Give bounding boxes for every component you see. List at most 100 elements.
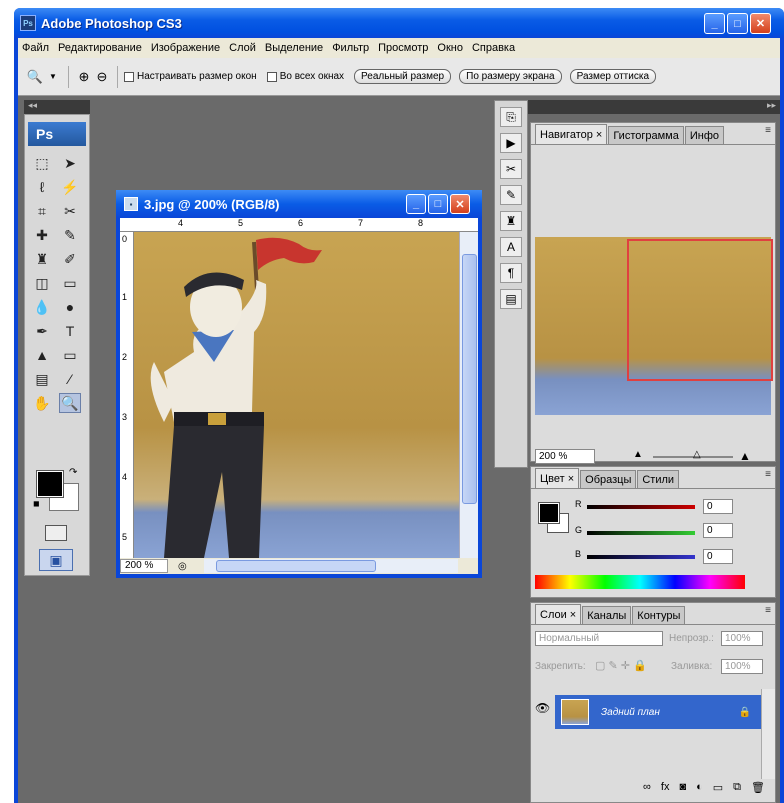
marquee-tool-icon[interactable]: ⬚ <box>31 153 53 173</box>
doc-maximize-button[interactable]: □ <box>428 194 448 214</box>
layer-comps-icon[interactable]: ▤ <box>500 289 522 309</box>
shape-tool-icon[interactable]: ▭ <box>59 345 81 365</box>
doc-close-button[interactable]: ✕ <box>450 194 470 214</box>
opacity-field[interactable]: 100% <box>721 631 763 646</box>
menu-help[interactable]: Справка <box>472 42 515 54</box>
hand-tool-icon[interactable]: ✋ <box>31 393 53 413</box>
red-value-field[interactable]: 0 <box>703 499 733 514</box>
blue-value-field[interactable]: 0 <box>703 549 733 564</box>
navigator-preview[interactable] <box>535 237 773 415</box>
blue-slider[interactable] <box>587 555 695 559</box>
trash-icon[interactable]: 🗑 <box>751 781 765 801</box>
horizontal-scrollbar[interactable] <box>204 559 458 573</box>
move-tool-icon[interactable]: ➤ <box>59 153 81 173</box>
link-layers-icon[interactable]: ∞ <box>643 781 651 801</box>
title-bar[interactable]: Ps Adobe Photoshop CS3 _ □ ✕ <box>14 8 784 38</box>
new-layer-icon[interactable]: ⧉ <box>733 781 741 801</box>
default-colors-icon[interactable]: ◼ <box>33 499 40 508</box>
status-info-icon[interactable]: ◎ <box>178 561 187 572</box>
magic-wand-tool-icon[interactable]: ⚡ <box>59 177 81 197</box>
history-panel-icon[interactable]: ⎘ <box>500 107 522 127</box>
actions-panel-icon[interactable]: ▶ <box>500 133 522 153</box>
doc-minimize-button[interactable]: _ <box>406 194 426 214</box>
blur-tool-icon[interactable]: 💧 <box>31 297 53 317</box>
panel-menu-icon[interactable]: ≡ <box>765 605 771 616</box>
color-spectrum-bar[interactable] <box>535 575 745 589</box>
tab-paths[interactable]: Контуры <box>632 606 686 624</box>
type-tool-icon[interactable]: T <box>59 321 81 341</box>
document-title-bar[interactable]: ▪ 3.jpg @ 200% (RGB/8) _ □ ✕ <box>116 190 482 218</box>
brushes-panel-icon[interactable]: ✎ <box>500 185 522 205</box>
eraser-tool-icon[interactable]: ◫ <box>31 273 53 293</box>
tab-histogram[interactable]: Гистограмма <box>608 126 684 144</box>
notes-tool-icon[interactable]: ▤ <box>31 369 53 389</box>
menu-select[interactable]: Выделение <box>265 42 323 54</box>
zoom-tool-icon[interactable]: 🔍 <box>26 68 44 86</box>
slice-tool-icon[interactable]: ✂ <box>59 201 81 221</box>
zoom-out-small-icon[interactable]: ▲ <box>633 449 643 460</box>
vertical-scroll-thumb[interactable] <box>462 254 477 504</box>
panel-menu-icon[interactable]: ≡ <box>765 125 771 136</box>
tool-preset-chevron-icon[interactable]: ▼ <box>44 68 62 86</box>
eyedropper-tool-icon[interactable]: ⁄ <box>59 369 81 389</box>
red-slider[interactable] <box>587 505 695 509</box>
zoom-out-icon[interactable]: ⊖ <box>93 68 111 86</box>
pen-tool-icon[interactable]: ✒ <box>31 321 53 341</box>
minimize-button[interactable]: _ <box>704 13 725 34</box>
crop-tool-icon[interactable]: ⌗ <box>31 201 53 221</box>
dodge-tool-icon[interactable]: ● <box>59 297 81 317</box>
zoom-tool-icon[interactable]: 🔍 <box>59 393 81 413</box>
navigator-view-box[interactable] <box>627 239 773 381</box>
history-brush-icon[interactable]: ✐ <box>59 249 81 269</box>
navigator-zoom-field[interactable]: 200 % <box>535 449 595 464</box>
tab-channels[interactable]: Каналы <box>582 606 632 624</box>
tab-styles[interactable]: Стили <box>637 470 680 488</box>
adjustment-layer-icon[interactable]: ◐ <box>696 781 703 801</box>
blend-mode-select[interactable]: Нормальный <box>535 631 663 646</box>
document-zoom-field[interactable]: 200 % <box>120 559 168 573</box>
menu-image[interactable]: Изображение <box>151 42 220 54</box>
panel-dock-strip[interactable]: ▸▸ <box>494 100 780 114</box>
clone-source-icon[interactable]: ♜ <box>500 211 522 231</box>
lasso-tool-icon[interactable]: ℓ <box>31 177 53 197</box>
eye-visibility-icon[interactable]: 👁 <box>535 701 550 715</box>
menu-layer[interactable]: Слой <box>229 42 256 54</box>
lock-icons[interactable]: ▢ ✎ ✛ 🔒 <box>595 659 647 672</box>
tool-presets-icon[interactable]: ✂ <box>500 159 522 179</box>
fill-field[interactable]: 100% <box>721 659 763 674</box>
vertical-scrollbar[interactable] <box>459 232 478 558</box>
gradient-tool-icon[interactable]: ▭ <box>59 273 81 293</box>
actual-pixels-button[interactable]: Реальный размер <box>354 69 452 84</box>
menu-window[interactable]: Окно <box>437 42 463 54</box>
resize-windows-checkbox[interactable]: Настраивать размер окон <box>124 71 257 82</box>
panel-menu-icon[interactable]: ≡ <box>765 469 771 480</box>
menu-filter[interactable]: Фильтр <box>332 42 369 54</box>
new-group-icon[interactable]: ▭ <box>713 781 723 801</box>
path-selection-icon[interactable]: ▲ <box>31 345 53 365</box>
brush-tool-icon[interactable]: ✎ <box>59 225 81 245</box>
maximize-button[interactable]: □ <box>727 13 748 34</box>
menu-view[interactable]: Просмотр <box>378 42 428 54</box>
print-size-button[interactable]: Размер оттиска <box>569 69 657 84</box>
toolbox-collapse-strip[interactable]: ◂◂ <box>24 100 90 114</box>
foreground-color-swatch[interactable] <box>36 470 64 498</box>
tab-swatches[interactable]: Образцы <box>580 470 637 488</box>
quick-mask-icon[interactable] <box>45 525 67 541</box>
all-windows-checkbox[interactable]: Во всех окнах <box>266 71 344 82</box>
healing-brush-icon[interactable]: ✚ <box>31 225 53 245</box>
zoom-in-icon[interactable]: ⊕ <box>75 68 93 86</box>
layers-scrollbar[interactable] <box>761 689 775 779</box>
swap-colors-icon[interactable]: ↷ <box>69 467 77 478</box>
zoom-in-small-icon[interactable]: ▲ <box>739 449 751 463</box>
tab-color[interactable]: Цвет × <box>535 468 580 488</box>
zoom-slider-thumb[interactable]: △ <box>693 449 701 460</box>
tab-navigator[interactable]: Навигатор × <box>535 124 608 144</box>
menu-file[interactable]: Файл <box>22 42 49 54</box>
tab-layers[interactable]: Слои × <box>535 604 582 624</box>
paragraph-panel-icon[interactable]: ¶ <box>500 263 522 283</box>
green-value-field[interactable]: 0 <box>703 523 733 538</box>
character-panel-icon[interactable]: A <box>500 237 522 257</box>
close-button[interactable]: ✕ <box>750 13 771 34</box>
layer-mask-icon[interactable]: ◙ <box>679 781 686 801</box>
green-slider[interactable] <box>587 531 695 535</box>
